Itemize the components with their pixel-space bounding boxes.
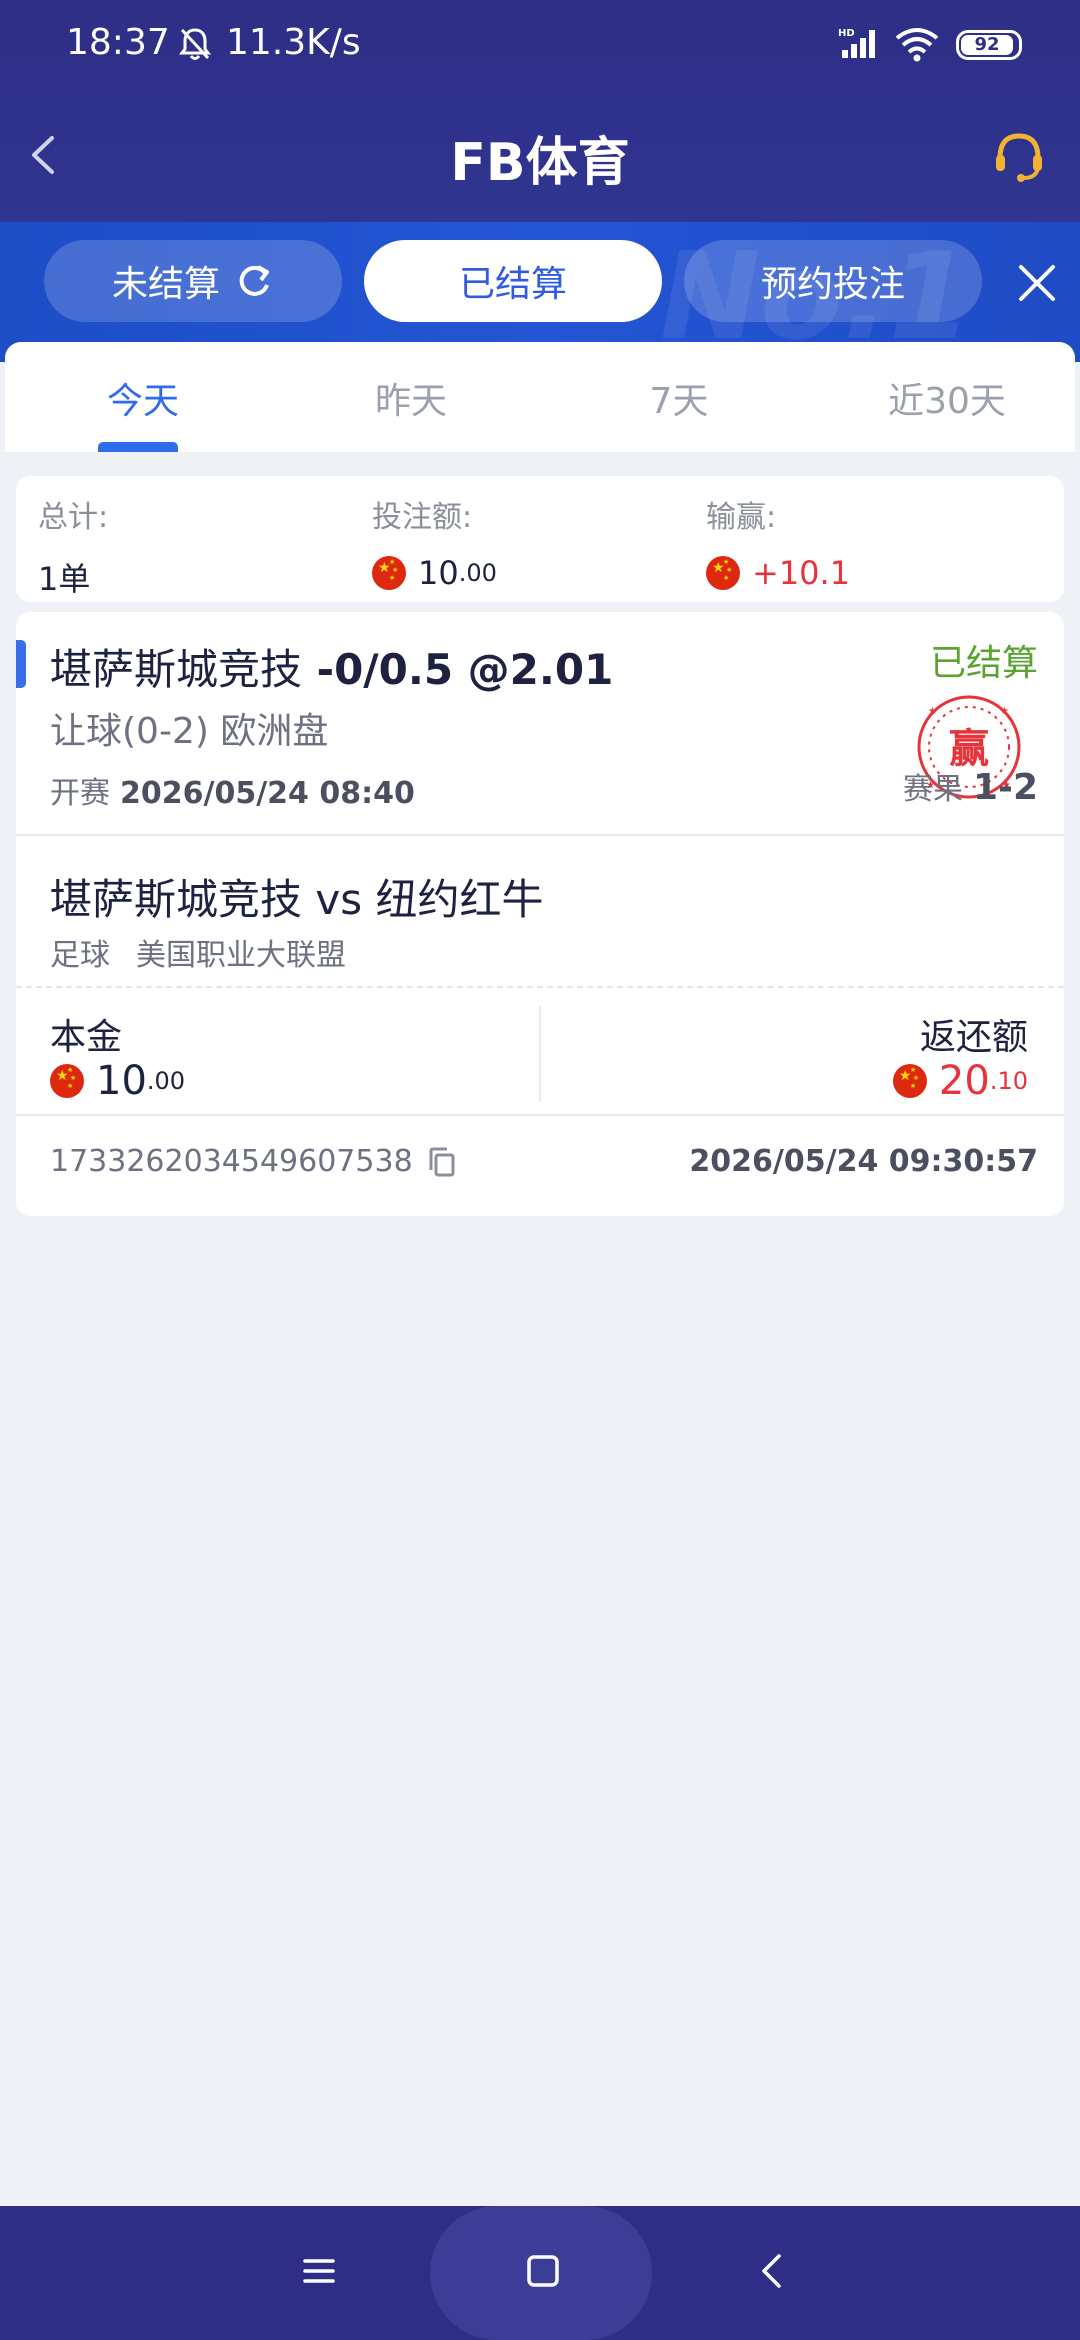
summary-winloss-value: ★ ★ ★ ★ +10.1: [706, 554, 850, 592]
tab-7-days[interactable]: 7天: [589, 372, 769, 424]
cny-flag-icon: ★ ★ ★ ★: [372, 556, 406, 590]
card-dashed-divider: [16, 986, 1064, 988]
bet-result-label: 赛果: [902, 772, 963, 807]
tab-unsettled[interactable]: 未结算: [44, 240, 342, 322]
system-navigation-bar: [0, 2206, 1080, 2340]
match-league: 美国职业大联盟: [136, 938, 346, 973]
status-bar: 18:37 11.3K/s HD 92: [0, 0, 1080, 90]
bell-muted-icon: [179, 28, 211, 60]
summary-stake-dec: .00: [458, 559, 497, 587]
summary-winloss-amount: +10.1: [752, 554, 851, 592]
bet-result: 赛果 1-2: [903, 764, 1038, 808]
match-league-info: 足球 美国职业大联盟: [50, 930, 346, 974]
return-int: 20: [938, 1058, 990, 1104]
signal-icon: HD: [838, 28, 875, 58]
refresh-icon[interactable]: [234, 261, 274, 301]
summary-winloss-label: 输赢:: [706, 500, 777, 535]
summary-stake-label: 投注额:: [372, 500, 473, 535]
tab-yesterday[interactable]: 昨天: [321, 372, 501, 424]
bet-start-time: 2026/05/24 08:40: [120, 776, 415, 811]
summary-stake: 投注额: ★ ★ ★ ★ 10.00: [372, 492, 497, 592]
app-header: 18:37 11.3K/s HD 92 FB体育: [0, 0, 1080, 222]
cny-flag-icon: ★ ★ ★ ★: [706, 556, 740, 590]
return-value: ★ ★ ★ ★ 20.10: [892, 1058, 1028, 1104]
bet-handicap-odds: -0/0.5 @2.01: [316, 645, 614, 694]
back-triangle-icon[interactable]: [758, 2252, 784, 2290]
tab-scheduled-bets[interactable]: 预约投注: [684, 240, 982, 322]
card-divider: [16, 834, 1064, 836]
return-label: 返还额: [919, 1017, 1028, 1058]
bet-status-badge: 已结算: [929, 643, 1038, 684]
principal-int: 10: [96, 1058, 147, 1104]
order-id-value: 1733262034549607538: [50, 1144, 413, 1179]
cny-flag-icon: ★ ★ ★ ★: [892, 1064, 927, 1098]
settle-time: 2026/05/24 09:30:57: [689, 1144, 1038, 1179]
tab-scheduled-bets-label: 预约投注: [760, 264, 905, 305]
bet-result-score: 1-2: [972, 767, 1038, 808]
tab-unsettled-label: 未结算: [111, 264, 220, 305]
page-title: FB体育: [450, 133, 630, 193]
bet-start: 开赛 2026/05/24 08:40: [50, 768, 415, 812]
summary-total-label: 总计:: [38, 500, 109, 535]
bet-team: 堪萨斯城竞技: [50, 645, 303, 694]
active-tab-indicator: [98, 442, 178, 452]
tab-settled[interactable]: 已结算: [364, 240, 662, 322]
svg-text:★: ★: [928, 706, 937, 717]
amount-divider: [539, 1006, 541, 1102]
bet-start-label: 开赛: [50, 776, 110, 811]
card-divider: [16, 1114, 1064, 1116]
tab-30-days[interactable]: 近30天: [857, 372, 1037, 424]
summary-winloss: 输赢: ★ ★ ★ ★ +10.1: [706, 492, 850, 592]
network-speed: 11.3K/s: [226, 22, 361, 63]
svg-text:★: ★: [1000, 706, 1009, 717]
bet-selection: 堪萨斯城竞技 -0/0.5 @2.01: [50, 636, 613, 697]
match-sport: 足球: [50, 938, 110, 973]
tab-today[interactable]: 今天: [53, 372, 233, 424]
battery-level: 92: [961, 35, 1013, 55]
return-dec: .10: [989, 1067, 1028, 1095]
summary-panel: 总计: 1单 投注额: ★ ★ ★ ★ 10.00 输赢: ★ ★ ★ ★ +10.1: [16, 476, 1064, 602]
card-accent-bar: [16, 640, 26, 688]
copy-icon[interactable]: [427, 1146, 457, 1178]
principal-label: 本金: [50, 1017, 123, 1058]
bet-state-tab-band: No.1 未结算 已结算 预约投注: [0, 222, 1080, 362]
bet-market: 让球(0-2) 欧洲盘: [50, 711, 329, 752]
wifi-icon: [895, 28, 939, 62]
principal-dec: .00: [146, 1067, 186, 1095]
summary-stake-int: 10: [418, 554, 459, 592]
customer-service-headset-icon[interactable]: [990, 128, 1048, 184]
period-tabs: 今天 昨天 7天 近30天: [5, 342, 1075, 452]
cny-flag-icon: ★ ★ ★ ★: [50, 1064, 84, 1098]
tab-settled-label: 已结算: [458, 264, 567, 305]
summary-total-value: 1单: [38, 560, 91, 598]
match-name: 堪萨斯城竞技 vs 纽约红牛: [50, 875, 544, 924]
close-icon[interactable]: [1016, 262, 1058, 304]
status-time: 18:37: [66, 22, 170, 63]
order-id: 1733262034549607538: [50, 1144, 457, 1179]
home-square-icon[interactable]: [526, 2254, 560, 2288]
svg-text:HD: HD: [838, 28, 855, 39]
menu-icon[interactable]: [302, 2254, 336, 2288]
principal-value: ★ ★ ★ ★ 10.00: [50, 1058, 185, 1104]
summary-total: 总计: 1单: [38, 492, 108, 600]
summary-stake-value: ★ ★ ★ ★ 10.00: [372, 554, 497, 592]
battery-icon: 92: [956, 30, 1022, 60]
bet-record-card[interactable]: 堪萨斯城竞技 -0/0.5 @2.01 已结算 让球(0-2) 欧洲盘 ★ ★ …: [16, 612, 1064, 1216]
